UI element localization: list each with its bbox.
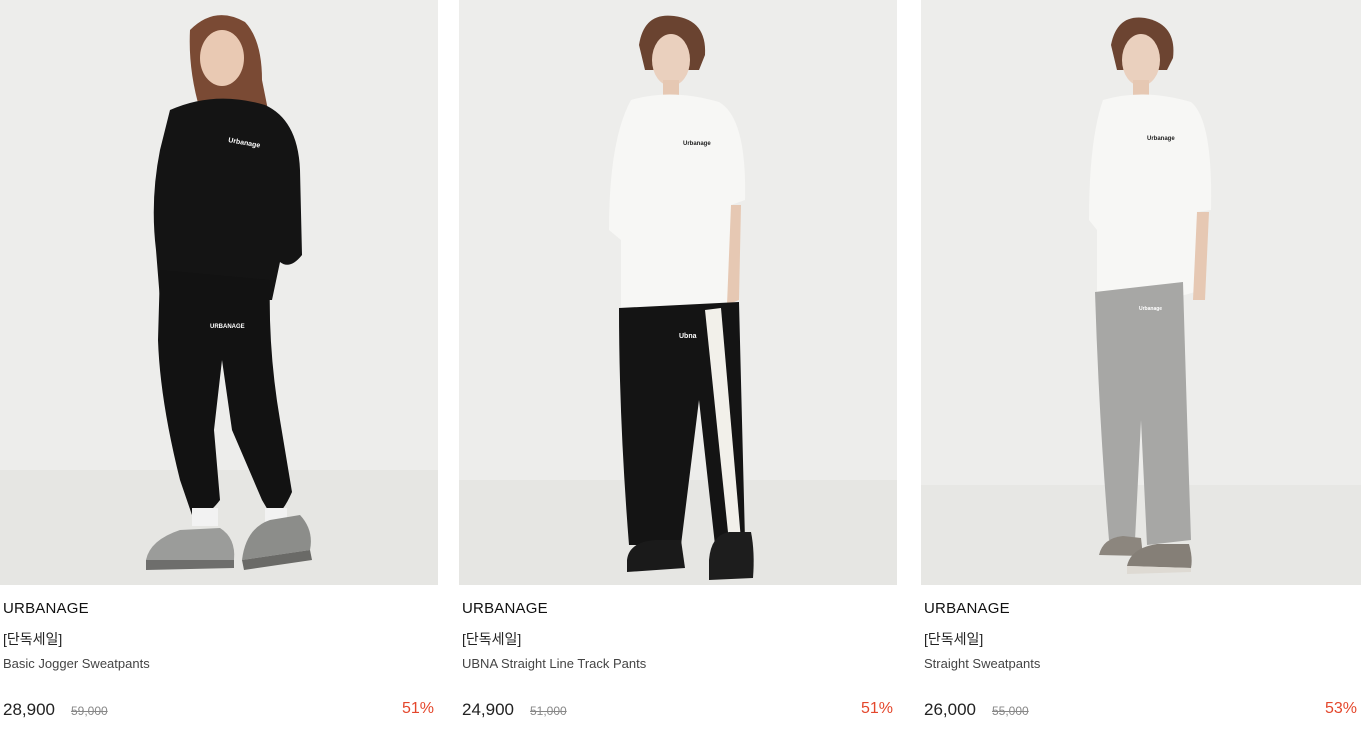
product-name[interactable]: Basic Jogger Sweatpants [3, 656, 150, 671]
price-row: 24,900 51,000 51% [462, 700, 893, 722]
original-price: 59,000 [71, 704, 108, 718]
svg-text:Urbanage: Urbanage [1147, 136, 1175, 142]
svg-text:Urbanage: Urbanage [1139, 306, 1162, 312]
product-brand[interactable]: URBANAGE [924, 600, 1010, 617]
price-row: 28,900 59,000 51% [3, 700, 434, 722]
price-row: 26,000 55,000 53% [924, 700, 1357, 722]
product-photo-illustration: Urbanage Ubna [459, 0, 897, 585]
product-grid: Urbanage URBANAGE URBANAGE [단독세일] Basic … [0, 0, 1368, 733]
original-price: 51,000 [530, 704, 567, 718]
svg-text:Ubna: Ubna [679, 333, 697, 340]
product-image[interactable]: Urbanage Ubna [459, 0, 897, 585]
product-tag: [단독세일] [462, 631, 522, 647]
product-tag: [단독세일] [924, 631, 984, 647]
product-card[interactable]: Urbanage URBANAGE URBANAGE [단독세일] Basic … [0, 0, 438, 733]
original-price: 55,000 [992, 704, 1029, 718]
sale-price: 28,900 [3, 700, 55, 719]
product-card[interactable]: Urbanage Ubna URBANAGE [단독세일] UBNA Strai… [459, 0, 897, 733]
discount-rate: 51% [860, 700, 893, 717]
product-card[interactable]: Urbanage Urbanage URBANAGE [단독세일] Straig… [921, 0, 1361, 733]
product-photo-illustration: Urbanage Urbanage [921, 0, 1361, 585]
product-name[interactable]: Straight Sweatpants [924, 656, 1040, 671]
sale-price: 24,900 [462, 700, 514, 719]
product-name[interactable]: UBNA Straight Line Track Pants [462, 656, 646, 671]
svg-text:Urbanage: Urbanage [683, 141, 711, 147]
product-brand[interactable]: URBANAGE [3, 600, 89, 617]
sale-price: 26,000 [924, 700, 976, 719]
product-image[interactable]: Urbanage Urbanage [921, 0, 1361, 585]
product-photo-illustration: Urbanage URBANAGE [0, 0, 438, 585]
discount-rate: 53% [1324, 700, 1357, 717]
product-image[interactable]: Urbanage URBANAGE [0, 0, 438, 585]
svg-text:URBANAGE: URBANAGE [210, 324, 245, 330]
product-tag: [단독세일] [3, 631, 63, 647]
discount-rate: 51% [401, 700, 434, 717]
product-brand[interactable]: URBANAGE [462, 600, 548, 617]
